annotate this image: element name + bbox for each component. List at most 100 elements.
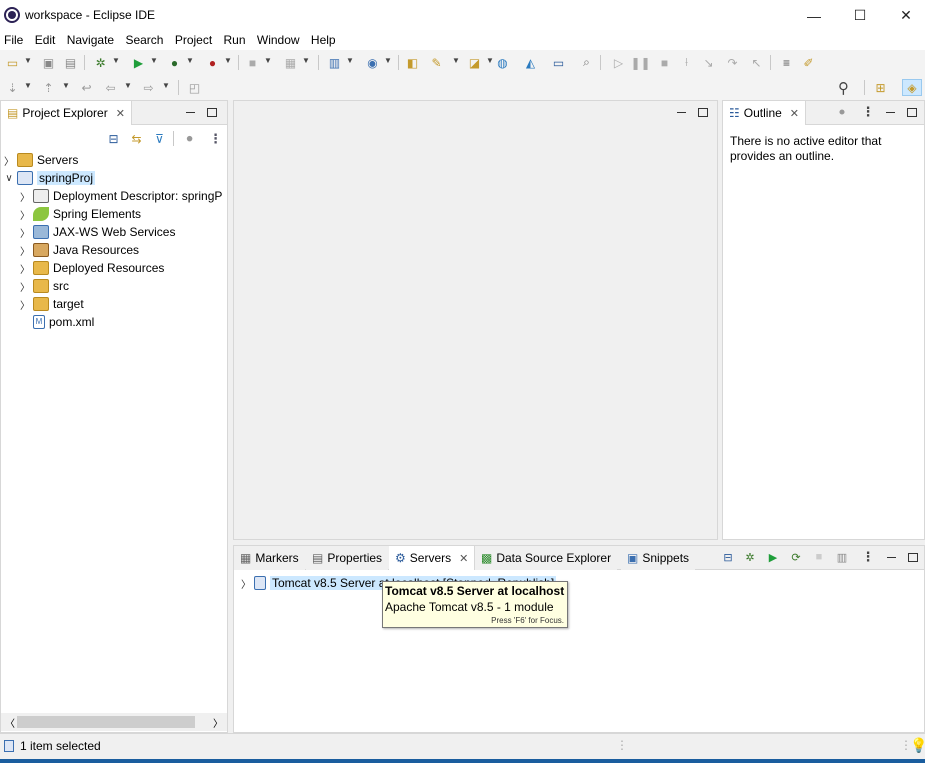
back-dropdown-icon[interactable]: ▼ bbox=[124, 81, 132, 90]
tree-item-java-resources[interactable]: 〉 Java Resources bbox=[19, 241, 139, 259]
chevron-right-icon[interactable]: 〉 bbox=[19, 297, 31, 312]
chevron-right-icon[interactable]: 〉 bbox=[3, 153, 15, 168]
tree-item-deployment-descriptor[interactable]: 〉 Deployment Descriptor: springP bbox=[19, 187, 222, 205]
close-icon[interactable]: ✕ bbox=[459, 552, 468, 565]
coverage-icon[interactable]: ● bbox=[166, 54, 183, 71]
start-profile-icon[interactable]: ⟳ bbox=[789, 550, 803, 564]
scrollbar-thumb[interactable] bbox=[17, 716, 195, 728]
new-wizard-icon[interactable]: ▭ bbox=[4, 54, 21, 71]
collapse-all-icon[interactable]: ⊟ bbox=[105, 130, 122, 147]
tree-item-servers[interactable]: 〉 Servers bbox=[3, 151, 78, 169]
web-service-explorer-icon[interactable]: ◭ bbox=[522, 54, 539, 71]
start-server-icon[interactable]: ▶ bbox=[766, 550, 780, 564]
publish-dropdown-icon[interactable]: ▼ bbox=[302, 56, 310, 65]
maximize-view-button[interactable] bbox=[205, 105, 219, 119]
view-menu-icon[interactable]: ⋮ bbox=[207, 130, 224, 147]
maximize-view-button[interactable] bbox=[906, 550, 920, 564]
chevron-right-icon[interactable]: 〉 bbox=[19, 225, 31, 240]
search-file-icon[interactable]: ◪ bbox=[466, 54, 483, 71]
debug-icon[interactable]: ✲ bbox=[92, 54, 109, 71]
toggle-mark-occurrences-icon[interactable]: ✐ bbox=[800, 54, 817, 71]
menu-project[interactable]: Project bbox=[171, 31, 216, 50]
stop-icon[interactable]: ■ bbox=[244, 54, 261, 71]
last-edit-location-icon[interactable]: ↩ bbox=[78, 79, 95, 96]
save-icon[interactable]: ▣ bbox=[40, 54, 57, 71]
publish-icon[interactable]: ▦ bbox=[282, 54, 299, 71]
scroll-right-icon[interactable]: 〉 bbox=[213, 715, 223, 730]
disconnect-icon[interactable]: ⟊ bbox=[678, 54, 695, 71]
step-return-icon[interactable]: ↖ bbox=[748, 54, 765, 71]
close-icon[interactable]: ✕ bbox=[116, 107, 125, 120]
view-menu-icon[interactable]: ⋮ bbox=[861, 104, 875, 119]
focus-on-task-icon[interactable]: ⚫ bbox=[181, 130, 198, 147]
jee-perspective-icon[interactable]: ◈ bbox=[902, 79, 922, 96]
external-tools-dropdown-icon[interactable]: ▼ bbox=[224, 56, 232, 65]
menu-window[interactable]: Window bbox=[253, 31, 304, 50]
step-over-icon[interactable]: ↷ bbox=[724, 54, 741, 71]
chevron-right-icon[interactable]: 〉 bbox=[19, 207, 31, 222]
stop-dropdown-icon[interactable]: ▼ bbox=[264, 56, 272, 65]
tree-item-springproj[interactable]: ∨ springProj bbox=[3, 169, 96, 187]
publish-icon[interactable]: ▥ bbox=[835, 550, 849, 564]
menu-search[interactable]: Search bbox=[121, 31, 167, 50]
coverage-dropdown-icon[interactable]: ▼ bbox=[186, 56, 194, 65]
minimize-button[interactable]: — bbox=[791, 0, 837, 31]
pin-editor-icon[interactable]: ◰ bbox=[186, 79, 203, 96]
horizontal-scrollbar[interactable]: 〈 〉 bbox=[1, 713, 227, 731]
close-button[interactable]: ✕ bbox=[883, 0, 925, 31]
tab-data-source-explorer[interactable]: ▩ Data Source Explorer bbox=[475, 546, 618, 570]
forward-dropdown-icon[interactable]: ▼ bbox=[162, 81, 170, 90]
debug-dropdown-icon[interactable]: ▼ bbox=[112, 56, 120, 65]
back-icon[interactable]: ⇦ bbox=[102, 79, 119, 96]
previous-annotation-icon[interactable]: ⇡ bbox=[40, 79, 57, 96]
tree-item-src[interactable]: 〉 src bbox=[19, 277, 69, 295]
collapse-all-icon[interactable]: ⊟ bbox=[721, 550, 735, 564]
browser-icon[interactable]: ◍ bbox=[494, 54, 511, 71]
start-debug-icon[interactable]: ✲ bbox=[743, 550, 757, 564]
open-type-icon[interactable]: ◧ bbox=[404, 54, 421, 71]
tree-item-jax-ws[interactable]: 〉 JAX-WS Web Services bbox=[19, 223, 175, 241]
maximize-editor-button[interactable] bbox=[696, 105, 710, 119]
skip-breakpoints-icon[interactable]: ⌕ bbox=[578, 54, 595, 71]
external-tools-icon[interactable]: ● bbox=[204, 54, 221, 71]
new-class-icon[interactable]: ◉ bbox=[364, 54, 381, 71]
scroll-left-icon[interactable]: 〈 bbox=[5, 715, 15, 730]
console-icon[interactable]: ▭ bbox=[550, 54, 567, 71]
tab-markers[interactable]: ▦ Markers bbox=[234, 546, 305, 570]
focus-on-task-icon[interactable]: ⚫ bbox=[835, 105, 849, 119]
terminate-icon[interactable]: ■ bbox=[656, 54, 673, 71]
minimize-editor-button[interactable] bbox=[674, 105, 688, 119]
open-perspective-icon[interactable]: ⊞ bbox=[872, 79, 889, 96]
tree-item-deployed-resources[interactable]: 〉 Deployed Resources bbox=[19, 259, 164, 277]
minimize-view-button[interactable] bbox=[883, 105, 897, 119]
filter-icon[interactable]: ⊽ bbox=[151, 130, 168, 147]
menu-help[interactable]: Help bbox=[307, 31, 340, 50]
run-dropdown-icon[interactable]: ▼ bbox=[150, 56, 158, 65]
link-with-editor-icon[interactable]: ⇆ bbox=[128, 130, 145, 147]
new-server-dropdown-icon[interactable]: ▼ bbox=[346, 56, 354, 65]
save-all-icon[interactable]: ▤ bbox=[62, 54, 79, 71]
chevron-right-icon[interactable]: 〉 bbox=[19, 279, 31, 294]
tab-properties[interactable]: ▤ Properties bbox=[306, 546, 389, 570]
tab-project-explorer[interactable]: ▤ Project Explorer ✕ bbox=[1, 101, 132, 125]
new-class-dropdown-icon[interactable]: ▼ bbox=[384, 56, 392, 65]
forward-icon[interactable]: ⇨ bbox=[140, 79, 157, 96]
chevron-right-icon[interactable]: 〉 bbox=[19, 189, 31, 204]
search-icon[interactable]: ⚲ bbox=[835, 79, 852, 97]
tree-item-pom[interactable]: M pom.xml bbox=[19, 313, 94, 331]
tree-item-spring-elements[interactable]: 〉 Spring Elements bbox=[19, 205, 141, 223]
close-icon[interactable]: ✕ bbox=[790, 107, 799, 120]
run-icon[interactable]: ▶ bbox=[130, 54, 147, 71]
next-annotation-dropdown-icon[interactable]: ▼ bbox=[24, 81, 32, 90]
chevron-right-icon[interactable]: 〉 bbox=[19, 243, 31, 258]
next-annotation-icon[interactable]: ⇣ bbox=[4, 79, 21, 96]
view-menu-icon[interactable]: ⋮ bbox=[861, 549, 875, 564]
tab-servers[interactable]: ⚙ Servers ✕ bbox=[389, 546, 476, 570]
tree-item-target[interactable]: 〉 target bbox=[19, 295, 84, 313]
minimize-view-button[interactable] bbox=[183, 105, 197, 119]
menu-file[interactable]: File bbox=[0, 31, 27, 50]
search-file-dropdown-icon[interactable]: ▼ bbox=[486, 56, 494, 65]
menu-edit[interactable]: Edit bbox=[31, 31, 60, 50]
previous-annotation-dropdown-icon[interactable]: ▼ bbox=[62, 81, 70, 90]
stop-server-icon[interactable]: ■ bbox=[812, 550, 826, 564]
